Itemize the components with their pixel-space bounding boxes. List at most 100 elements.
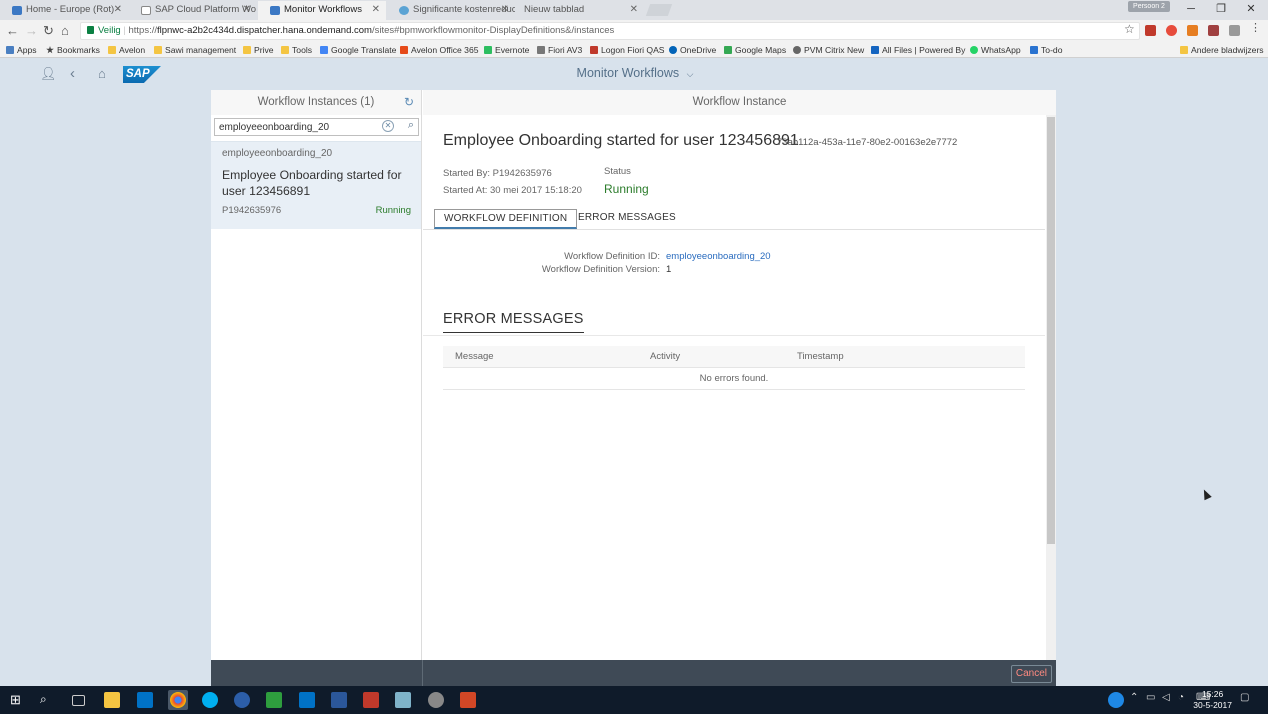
tab-error-messages[interactable]: ERROR MESSAGES bbox=[569, 209, 685, 229]
url-path: /sites#bpmworkflowmonitor-DisplayDefinit… bbox=[371, 25, 615, 36]
close-window-icon[interactable]: ✕ bbox=[1236, 0, 1266, 18]
bookmark-item[interactable]: All Files | Powered By bbox=[871, 44, 965, 56]
excel-icon[interactable] bbox=[266, 692, 282, 708]
outlook-icon[interactable] bbox=[299, 692, 315, 708]
browser-tab[interactable]: Home - Europe (Rot) - ✕ bbox=[0, 1, 128, 20]
windows-start-icon[interactable]: ⊞ bbox=[10, 693, 21, 706]
item-subtitle: employeeonboarding_20 bbox=[222, 148, 333, 159]
extension-icon[interactable] bbox=[1229, 25, 1240, 36]
status-label: Status bbox=[604, 166, 631, 177]
close-tab-icon[interactable]: ✕ bbox=[501, 1, 509, 19]
search-icon[interactable]: ⌕ bbox=[40, 692, 56, 708]
definition-id-link[interactable]: employeeonboarding_20 bbox=[666, 251, 771, 262]
master-header: Workflow Instances (1) ↻ bbox=[211, 90, 421, 115]
refresh-icon[interactable]: ↻ bbox=[404, 90, 414, 114]
reload-icon[interactable]: ↻ bbox=[43, 23, 54, 39]
close-tab-icon[interactable]: ✕ bbox=[372, 1, 380, 19]
bookmark-item[interactable]: Sawi management bbox=[154, 44, 236, 56]
bookmark-item[interactable]: Evernote bbox=[484, 44, 529, 56]
home-icon[interactable]: ⌂ bbox=[61, 23, 69, 39]
system-clock[interactable]: 15:26 30-5-2017 bbox=[1193, 689, 1232, 711]
help-icon[interactable] bbox=[1108, 692, 1124, 708]
network-icon[interactable]: ▭ bbox=[1146, 692, 1155, 703]
shell-title-text: Monitor Workflows bbox=[576, 66, 680, 80]
acrobat-icon[interactable] bbox=[363, 692, 379, 708]
bookmark-star-icon[interactable]: ☆ bbox=[1124, 22, 1135, 36]
browser-tab-active[interactable]: Monitor Workflows ✕ bbox=[258, 1, 386, 20]
bookmark-item[interactable]: To-do bbox=[1030, 44, 1063, 56]
powerpoint-icon[interactable] bbox=[460, 692, 476, 708]
app-icon[interactable] bbox=[234, 692, 250, 708]
bookmark-item[interactable]: Bookmarks bbox=[46, 44, 100, 56]
back-icon[interactable]: ‹ bbox=[70, 66, 75, 82]
footer-toolbar: Cancel bbox=[211, 660, 1056, 686]
instance-title: Employee Onboarding started for user 123… bbox=[443, 132, 799, 149]
list-item[interactable]: employeeonboarding_20 Employee Onboardin… bbox=[211, 141, 421, 229]
browser-tab[interactable]: Nieuw tabblad ✕ bbox=[516, 1, 644, 20]
object-header: Employee Onboarding started for user 123… bbox=[423, 115, 1045, 230]
bookmark-item[interactable]: OneDrive bbox=[669, 44, 716, 56]
bookmark-item[interactable]: Fiori AV3 bbox=[537, 44, 582, 56]
bookmark-item[interactable]: Avelon bbox=[108, 44, 145, 56]
office-icon bbox=[400, 46, 408, 54]
bookmark-item[interactable]: WhatsApp bbox=[970, 44, 1021, 56]
restore-icon[interactable]: ❐ bbox=[1206, 0, 1236, 18]
instance-id: 73ab112a-453a-11e7-80e2-00163e2e7772 bbox=[777, 137, 958, 148]
close-tab-icon[interactable]: ✕ bbox=[114, 1, 122, 19]
evernote-icon bbox=[484, 46, 492, 54]
bookmark-item[interactable]: Prive bbox=[243, 44, 274, 56]
word-icon[interactable] bbox=[331, 692, 347, 708]
task-view-icon[interactable] bbox=[72, 695, 85, 706]
scrollbar[interactable] bbox=[1046, 115, 1056, 660]
bookmark-item[interactable]: Google Maps bbox=[724, 44, 786, 56]
onedrive-icon bbox=[669, 46, 677, 54]
minimize-icon[interactable]: ─ bbox=[1176, 0, 1206, 18]
volume-icon[interactable]: ◁ bbox=[1162, 692, 1170, 703]
tray-chevron-icon[interactable]: ⌃ bbox=[1130, 692, 1138, 703]
bookmark-item[interactable]: Tools bbox=[281, 44, 312, 56]
close-tab-icon[interactable]: ✕ bbox=[630, 1, 638, 19]
bookmark-item[interactable]: PVM Citrix New bbox=[793, 44, 864, 56]
chrome-icon[interactable] bbox=[170, 692, 186, 708]
menu-icon[interactable]: ⋮ bbox=[1250, 23, 1261, 34]
skype-icon[interactable] bbox=[202, 692, 218, 708]
close-tab-icon[interactable]: ✕ bbox=[243, 1, 251, 19]
user-icon[interactable]: 👤︎ bbox=[40, 66, 57, 82]
bookmark-item[interactable]: Logon Fiori QAS bbox=[590, 44, 665, 56]
wifi-icon[interactable]: ◔ bbox=[1178, 692, 1184, 703]
bookmark-apps[interactable]: Apps bbox=[6, 44, 37, 56]
outlook-icon[interactable] bbox=[137, 692, 153, 708]
bookmark-item[interactable]: Avelon Office 365 bbox=[400, 44, 479, 56]
browser-tab-strip: Home - Europe (Rot) - ✕ SAP Cloud Platfo… bbox=[0, 0, 1268, 20]
detail-header: Workflow Instance bbox=[423, 90, 1056, 115]
shell-title[interactable]: Monitor Workflows ⌵ bbox=[540, 66, 730, 80]
home-icon[interactable]: ⌂ bbox=[98, 66, 106, 82]
star-icon bbox=[46, 46, 54, 54]
search-input[interactable] bbox=[215, 119, 375, 136]
url-scheme: https:// bbox=[128, 25, 157, 36]
scrollbar-thumb[interactable] bbox=[1047, 117, 1055, 544]
forward-icon[interactable]: → bbox=[25, 23, 38, 39]
cancel-button[interactable]: Cancel bbox=[1010, 665, 1052, 683]
address-bar[interactable]: Veilig | https://flpnwc-a2b2c434d.dispat… bbox=[80, 22, 1140, 40]
extension-icon[interactable] bbox=[1187, 25, 1198, 36]
search-icon[interactable]: ⌕ bbox=[408, 119, 414, 132]
notifications-icon[interactable]: ▢ bbox=[1240, 692, 1249, 703]
bookmark-other[interactable]: Andere bladwijzers bbox=[1180, 44, 1264, 56]
extension-icon[interactable] bbox=[1166, 25, 1177, 36]
back-icon[interactable]: ← bbox=[6, 23, 19, 39]
bookmark-item[interactable]: Google Translate bbox=[320, 44, 396, 56]
search-field: ✕ ⌕ bbox=[214, 118, 419, 136]
new-tab-button[interactable] bbox=[645, 4, 673, 16]
extension-icon[interactable] bbox=[1145, 25, 1156, 36]
clear-icon[interactable]: ✕ bbox=[382, 120, 394, 132]
tab-workflow-definition[interactable]: WORKFLOW DEFINITION bbox=[434, 209, 578, 229]
app-icon[interactable] bbox=[395, 692, 411, 708]
file-explorer-icon[interactable] bbox=[104, 692, 120, 708]
browser-tab[interactable]: SAP Cloud Platform Wo ✕ bbox=[129, 1, 257, 20]
browser-tab[interactable]: Significante kostenreduc ✕ bbox=[387, 1, 515, 20]
app-icon[interactable] bbox=[428, 692, 444, 708]
sap-logo: SAP bbox=[123, 66, 161, 83]
extension-icon[interactable] bbox=[1208, 25, 1219, 36]
profile-badge[interactable]: Persoon 2 bbox=[1128, 1, 1170, 12]
